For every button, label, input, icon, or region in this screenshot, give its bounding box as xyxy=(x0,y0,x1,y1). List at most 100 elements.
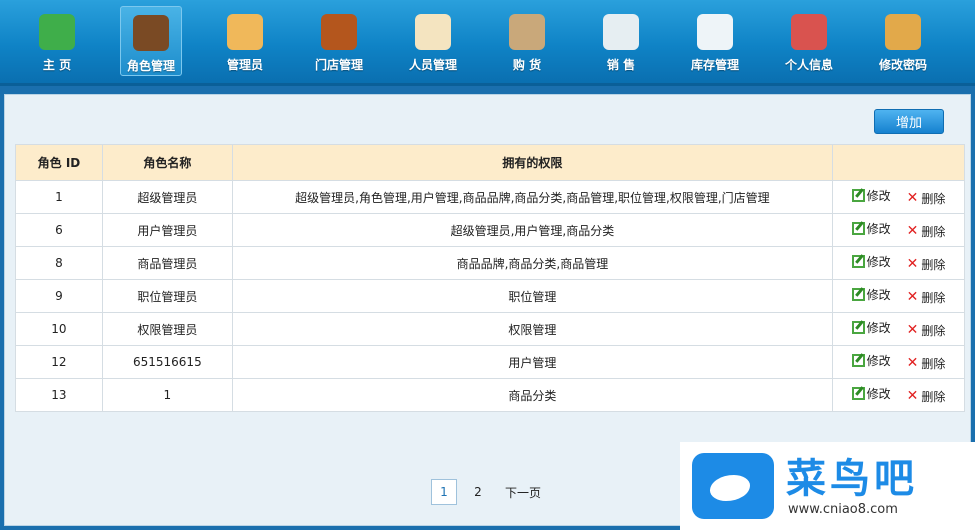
delete-label: 删除 xyxy=(921,191,946,206)
nav-item-label: 角色管理 xyxy=(126,59,175,73)
nav-item-2[interactable]: 管理员 xyxy=(198,6,292,76)
bird-logo-icon xyxy=(692,453,774,519)
edit-label: 修改 xyxy=(866,255,891,270)
delete-label: 删除 xyxy=(921,323,946,338)
delete-label: 删除 xyxy=(921,224,946,239)
waiter-icon xyxy=(133,15,169,51)
edit-button[interactable]: 修改 xyxy=(851,352,891,369)
cell-id: 12 xyxy=(15,345,103,379)
delete-label: 删除 xyxy=(921,290,946,305)
home-icon xyxy=(39,14,75,50)
header-permissions: 拥有的权限 xyxy=(231,144,834,181)
delete-button[interactable]: ✕ 删除 xyxy=(907,355,946,372)
cell-actions: 修改 ✕ 删除 xyxy=(832,312,965,346)
nav-item-label: 门店管理 xyxy=(314,58,363,72)
cell-id: 9 xyxy=(15,279,103,313)
table-body: 1 超级管理员 超级管理员,角色管理,用户管理,商品品牌,商品分类,商品管理,职位管… xyxy=(15,180,965,412)
cell-actions: 修改 ✕ 删除 xyxy=(832,378,965,412)
add-button[interactable]: 增加 xyxy=(874,109,944,134)
role-table: 角色 ID 角色名称 拥有的权限 1 超级管理员 超级管理员,角色管理,用户管理,商… xyxy=(15,144,965,412)
watermark: 菜鸟吧 www.cniao8.com xyxy=(680,442,975,530)
document-icon xyxy=(697,14,733,50)
delete-x-icon: ✕ xyxy=(906,256,919,273)
store-icon xyxy=(321,14,357,50)
delete-x-icon: ✕ xyxy=(906,388,919,405)
admin-user-icon xyxy=(227,14,263,50)
cell-name: 用户管理员 xyxy=(101,213,233,247)
header-role-name: 角色名称 xyxy=(101,144,233,181)
delete-button[interactable]: ✕ 删除 xyxy=(907,190,946,207)
header-actions xyxy=(832,144,965,181)
edit-button[interactable]: 修改 xyxy=(851,220,891,237)
nav-item-1[interactable]: 角色管理 xyxy=(120,6,182,76)
edit-icon xyxy=(851,189,865,203)
delete-button[interactable]: ✕ 删除 xyxy=(907,256,946,273)
table-row: 10 权限管理员 权限管理 修改 ✕ 删除 xyxy=(15,312,965,346)
nav-item-label: 人员管理 xyxy=(408,58,457,72)
edit-label: 修改 xyxy=(866,354,891,369)
next-page-link[interactable]: 下一页 xyxy=(505,479,541,505)
edit-button[interactable]: 修改 xyxy=(851,385,891,402)
cell-name: 超级管理员 xyxy=(101,180,233,214)
delete-button[interactable]: ✕ 删除 xyxy=(907,289,946,306)
cell-actions: 修改 ✕ 删除 xyxy=(832,279,965,313)
nav-item-8[interactable]: 个人信息 xyxy=(762,6,856,76)
nav-item-label: 修改密码 xyxy=(878,58,927,72)
nav-item-label: 购 货 xyxy=(512,58,542,72)
table-row: 8 商品管理员 商品品牌,商品分类,商品管理 修改 ✕ 删除 xyxy=(15,246,965,280)
edit-button[interactable]: 修改 xyxy=(851,319,891,336)
nav-item-0[interactable]: 主 页 xyxy=(10,6,104,76)
cell-actions: 修改 ✕ 删除 xyxy=(832,345,965,379)
nav-item-7[interactable]: 库存管理 xyxy=(668,6,762,76)
delete-label: 删除 xyxy=(921,257,946,272)
edit-icon xyxy=(851,321,865,335)
id-card-icon xyxy=(415,14,451,50)
watermark-cn-text: 菜鸟吧 xyxy=(786,455,918,502)
cell-name: 商品管理员 xyxy=(101,246,233,280)
edit-label: 修改 xyxy=(866,288,891,303)
nav-menu: 主 页 角色管理 管理员 门店管理 人员管理 购 货 销 售 库存管理 个人信息 修改密码 xyxy=(0,0,975,86)
delete-label: 删除 xyxy=(921,356,946,371)
cell-perms: 职位管理 xyxy=(231,279,834,313)
cell-id: 10 xyxy=(15,312,103,346)
nav-item-6[interactable]: 销 售 xyxy=(574,6,668,76)
delete-x-icon: ✕ xyxy=(906,289,919,306)
edit-button[interactable]: 修改 xyxy=(851,187,891,204)
edit-button[interactable]: 修改 xyxy=(851,253,891,270)
delete-x-icon: ✕ xyxy=(906,322,919,339)
clipboard-icon xyxy=(509,14,545,50)
cell-perms: 商品分类 xyxy=(231,378,834,412)
table-row: 13 1 商品分类 修改 ✕ 删除 xyxy=(15,378,965,412)
watermark-url-text: www.cniao8.com xyxy=(788,501,898,517)
page-1-button[interactable]: 1 xyxy=(431,479,457,505)
table-row: 12 651516615 用户管理 修改 ✕ 删除 xyxy=(15,345,965,379)
nav-item-label: 管理员 xyxy=(226,58,263,72)
nav-item-label: 个人信息 xyxy=(784,58,833,72)
page-2-button[interactable]: 2 xyxy=(465,479,491,505)
delete-label: 删除 xyxy=(921,389,946,404)
nav-item-9[interactable]: 修改密码 xyxy=(856,6,950,76)
nav-item-label: 库存管理 xyxy=(690,58,739,72)
chart-doc-icon xyxy=(603,14,639,50)
cell-perms: 商品品牌,商品分类,商品管理 xyxy=(231,246,834,280)
cell-id: 1 xyxy=(15,180,103,214)
delete-button[interactable]: ✕ 删除 xyxy=(907,223,946,240)
delete-x-icon: ✕ xyxy=(906,355,919,372)
edit-label: 修改 xyxy=(866,222,891,237)
nav-item-5[interactable]: 购 货 xyxy=(480,6,574,76)
nav-item-3[interactable]: 门店管理 xyxy=(292,6,386,76)
table-row: 1 超级管理员 超级管理员,角色管理,用户管理,商品品牌,商品分类,商品管理,职位管… xyxy=(15,180,965,214)
nav-item-4[interactable]: 人员管理 xyxy=(386,6,480,76)
cell-actions: 修改 ✕ 删除 xyxy=(832,246,965,280)
cell-perms: 权限管理 xyxy=(231,312,834,346)
edit-button[interactable]: 修改 xyxy=(851,286,891,303)
delete-button[interactable]: ✕ 删除 xyxy=(907,388,946,405)
edit-icon xyxy=(851,387,865,401)
edit-icon xyxy=(851,354,865,368)
delete-button[interactable]: ✕ 删除 xyxy=(907,322,946,339)
cell-id: 8 xyxy=(15,246,103,280)
cell-actions: 修改 ✕ 删除 xyxy=(832,213,965,247)
table-row: 6 用户管理员 超级管理员,用户管理,商品分类 修改 ✕ 删除 xyxy=(15,213,965,247)
cell-id: 6 xyxy=(15,213,103,247)
edit-label: 修改 xyxy=(866,387,891,402)
